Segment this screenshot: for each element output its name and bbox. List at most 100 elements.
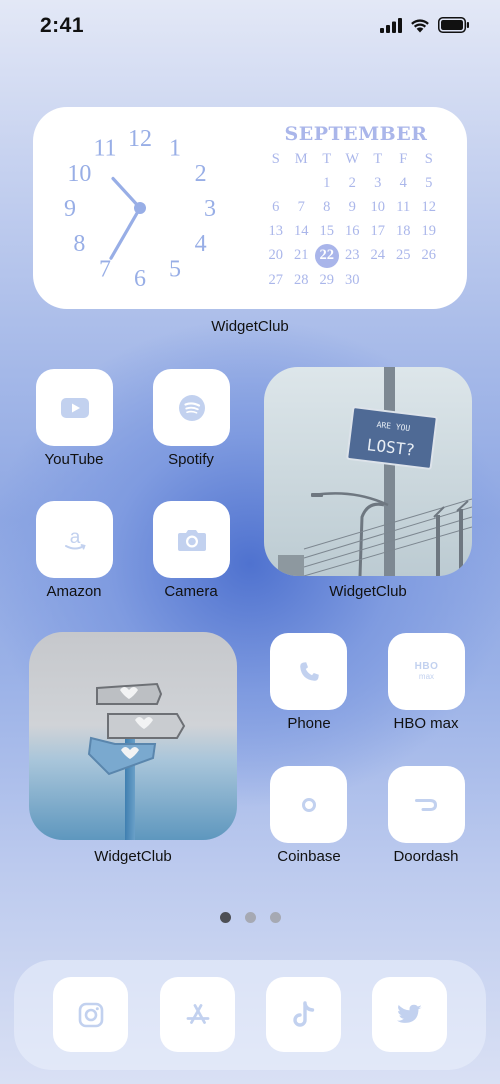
clock-numeral: 9 <box>64 196 76 222</box>
calendar-day: 21 <box>294 247 309 264</box>
photo-widget-are-you-lost[interactable]: ARE YOU LOST? <box>264 367 472 576</box>
calendar-month: SEPTEMBER <box>284 123 428 145</box>
battery-icon <box>438 17 469 33</box>
hbo-logo-top: HBO <box>414 661 439 672</box>
youtube-label: YouTube <box>44 451 104 468</box>
camera-app[interactable] <box>153 501 230 578</box>
calendar-day: 7 <box>297 198 305 215</box>
calendar-day: 29 <box>319 271 335 288</box>
calendar-day: 1 <box>323 174 331 191</box>
calendar-day: 20 <box>268 247 284 264</box>
photo-widget-lost-label: WidgetClub <box>329 583 407 600</box>
page-dot-2[interactable] <box>244 912 256 923</box>
page-indicator[interactable] <box>0 912 500 923</box>
clock-center-dot <box>134 202 146 214</box>
hbo-logo-bottom: max <box>418 672 435 681</box>
spotify-label: Spotify <box>168 451 214 468</box>
hbo-max-label: HBO max <box>393 715 459 732</box>
calendar-day: 8 <box>323 198 331 215</box>
calendar-day: 12 <box>421 198 437 215</box>
wifi-icon <box>411 18 429 32</box>
amazon-app[interactable]: a <box>36 501 113 578</box>
clock-numeral: 10 <box>67 161 91 187</box>
calendar-day: 15 <box>319 223 335 240</box>
calendar-empty-cell <box>289 171 315 195</box>
calendar-day: 3 <box>374 174 382 191</box>
spotify-app[interactable] <box>153 369 230 446</box>
clock-numeral: 12 <box>128 126 152 152</box>
dock <box>14 960 486 1070</box>
analog-clock: 12 12 3 45678 9 1011 <box>64 126 216 292</box>
calendar-widget-label: WidgetClub <box>211 318 289 335</box>
calendar-day: 5 <box>425 174 433 191</box>
phone-app[interactable] <box>270 633 347 710</box>
calendar-day: 18 <box>396 223 411 240</box>
youtube-icon <box>60 397 89 418</box>
calendar-day: 27 <box>268 271 284 288</box>
calendar-day: 30 <box>345 271 360 288</box>
calendar-day: 17 <box>370 223 386 240</box>
youtube-app[interactable] <box>36 369 113 446</box>
status-time: 2:41 <box>40 14 85 37</box>
coinbase-label: Coinbase <box>277 848 341 865</box>
calendar-day: 10 <box>370 198 386 215</box>
calendar-empty-cell <box>263 171 289 195</box>
are-you-lost-photo: ARE YOU LOST? <box>264 367 472 576</box>
photo-widget-signpost-label: WidgetClub <box>94 848 172 865</box>
calendar-day: 14 <box>294 223 309 240</box>
spotify-icon <box>178 394 205 421</box>
calendar-weekday: F <box>399 150 408 167</box>
clock-numeral: 11 <box>93 135 116 161</box>
status-icons <box>380 17 470 33</box>
hbo-max-app[interactable]: HBO max <box>388 633 465 710</box>
twitter-app[interactable] <box>372 977 447 1052</box>
calendar-day: 25 <box>396 247 411 264</box>
calendar-day: 19 <box>421 223 437 240</box>
clock-numeral: 5 <box>169 257 181 283</box>
calendar-day: 24 <box>370 247 386 264</box>
status-bar: 2:41 <box>0 0 500 52</box>
clock-numeral: 8 <box>73 231 85 257</box>
calendar-today: 22 <box>314 243 340 269</box>
calendar-weekday: S <box>424 150 433 167</box>
instagram-app[interactable] <box>53 977 128 1052</box>
phone-label: Phone <box>287 715 331 732</box>
cellular-signal-icon <box>380 17 402 33</box>
camera-icon <box>177 529 206 551</box>
clock-numeral: 7 <box>99 257 111 283</box>
tiktok-icon <box>292 1000 314 1027</box>
doordash-label: Doordash <box>393 848 459 865</box>
app-store-icon <box>186 1003 209 1024</box>
calendar-day: 6 <box>272 198 280 215</box>
page-dot-1[interactable] <box>219 912 231 923</box>
calendar-day: 26 <box>421 247 437 264</box>
clock-minute-hand <box>109 206 142 260</box>
clock-numeral: 4 <box>195 231 207 257</box>
twitter-icon <box>396 1004 422 1023</box>
app-store-app[interactable] <box>160 977 235 1052</box>
doordash-icon <box>414 798 437 811</box>
doordash-app[interactable] <box>388 766 465 843</box>
photo-widget-signpost[interactable] <box>29 632 237 840</box>
clock-calendar-widget[interactable]: 12 1 2 3 4 5 6 7 8 9 10 11 SEPTEMBER SMTWTFS1234567… <box>33 107 467 309</box>
calendar: SEPTEMBER S M T W T F S 1 2 3 4 5 6 7 8 9 10 11 12 13 14 15 16… <box>261 123 451 292</box>
calendar-grid: S M T W T F S 1 2 3 4 5 6 7 8 9 10 11 12 13 14 15 16 17 18 19 20 21… <box>263 147 451 292</box>
hbo-max-icon: HBO max <box>415 662 439 681</box>
calendar-weekday: S <box>271 150 280 167</box>
calendar-weekday: M <box>294 150 308 167</box>
instagram-icon <box>78 1002 103 1027</box>
tiktok-app[interactable] <box>266 977 341 1052</box>
amazon-label: Amazon <box>46 583 102 600</box>
clock-numeral: 1 <box>169 135 181 161</box>
calendar-day: 11 <box>396 198 411 215</box>
signpost-photo <box>29 632 237 840</box>
coinbase-app[interactable] <box>270 766 347 843</box>
calendar-day: 28 <box>294 271 309 288</box>
calendar-weekday: T <box>322 150 332 167</box>
calendar-day: 16 <box>345 223 360 240</box>
calendar-day: 9 <box>348 198 356 215</box>
clock-numeral: 6 <box>134 266 146 292</box>
page-dot-3[interactable] <box>269 912 281 923</box>
calendar-weekday: W <box>345 150 360 167</box>
svg-text:a: a <box>69 527 80 548</box>
